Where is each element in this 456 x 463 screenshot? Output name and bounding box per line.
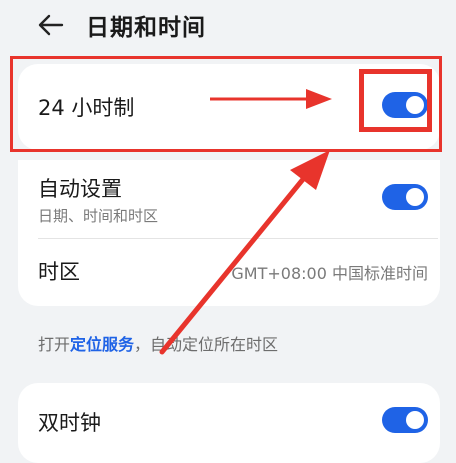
- dual-clock-label: 双时钟: [38, 411, 101, 435]
- footnote-suffix: ，自动定位所在时区: [134, 335, 279, 354]
- location-footnote: 打开定位服务，自动定位所在时区: [38, 331, 278, 355]
- timezone-label: 时区: [38, 260, 80, 284]
- timezone-value: GMT+08:00 中国标准时间: [231, 264, 428, 283]
- auto-set-label: 自动设置: [38, 177, 122, 201]
- arrow-left-icon: [38, 14, 64, 36]
- auto-timezone-card: 自动设置 日期、时间和时区 时区 GMT+08:00 中国标准时间: [18, 160, 440, 306]
- toggle-highlight-box: [359, 69, 432, 132]
- auto-set-sublabel: 日期、时间和时区: [38, 207, 159, 225]
- location-service-link[interactable]: 定位服务: [70, 335, 134, 354]
- dual-clock-toggle[interactable]: [382, 407, 428, 433]
- footnote-prefix: 打开: [38, 335, 71, 354]
- divider: [38, 238, 438, 239]
- page-title: 日期和时间: [86, 15, 206, 41]
- auto-set-toggle[interactable]: [382, 184, 428, 210]
- back-button[interactable]: [36, 12, 66, 38]
- dual-clock-card: 双时钟: [18, 383, 440, 463]
- header-bar: 日期和时间: [0, 0, 456, 50]
